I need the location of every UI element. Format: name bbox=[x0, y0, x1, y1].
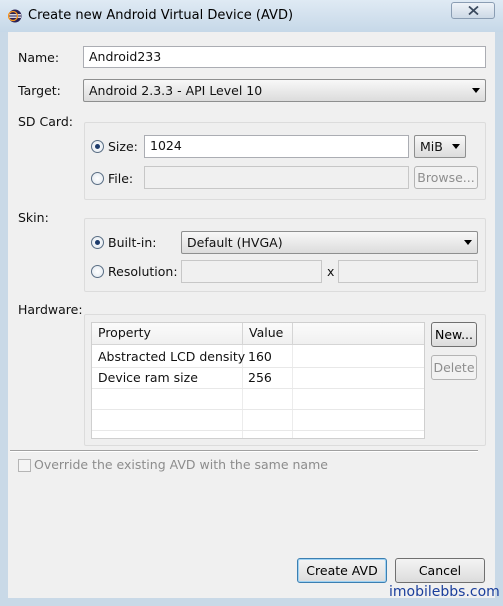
skin-builtin-label: Built-in: bbox=[108, 235, 157, 250]
sdcard-size-radio[interactable] bbox=[91, 140, 104, 153]
resolution-x-label: x bbox=[327, 264, 335, 279]
row-divider bbox=[92, 409, 424, 410]
table-cell-value[interactable]: 256 bbox=[242, 368, 292, 388]
skin-resolution-label: Resolution: bbox=[108, 264, 178, 279]
name-field[interactable]: Android233 bbox=[83, 46, 486, 68]
target-dropdown-value: Android 2.3.3 - API Level 10 bbox=[89, 83, 263, 98]
chevron-down-icon bbox=[464, 240, 472, 245]
skin-label: Skin: bbox=[18, 210, 49, 225]
chevron-down-icon bbox=[472, 88, 480, 93]
browse-button[interactable]: Browse... bbox=[414, 166, 478, 189]
watermark: imobilebbs.com bbox=[389, 584, 500, 600]
sdcard-file-label: File: bbox=[108, 171, 134, 186]
sdcard-size-field[interactable]: 1024 bbox=[144, 135, 409, 158]
row-divider bbox=[92, 388, 424, 389]
window-title: Create new Android Virtual Device (AVD) bbox=[28, 8, 294, 23]
delete-property-button[interactable]: Delete bbox=[431, 355, 477, 380]
close-icon bbox=[468, 6, 479, 15]
hardware-label: Hardware: bbox=[18, 302, 83, 317]
column-header-value[interactable]: Value bbox=[243, 323, 293, 345]
sdcard-unit-dropdown[interactable]: MiB bbox=[414, 135, 466, 158]
close-button[interactable] bbox=[451, 2, 495, 19]
override-checkbox[interactable] bbox=[18, 459, 31, 472]
chevron-down-icon bbox=[452, 144, 460, 149]
table-cell-property[interactable]: Abstracted LCD density bbox=[92, 347, 245, 367]
skin-resolution-radio[interactable] bbox=[91, 265, 104, 278]
override-label: Override the existing AVD with the same … bbox=[34, 457, 328, 472]
resolution-width-field[interactable] bbox=[181, 260, 322, 283]
table-cell-property[interactable]: Device ram size bbox=[92, 368, 242, 388]
sdcard-unit-value: MiB bbox=[420, 139, 443, 154]
hardware-table[interactable]: Property Value Abstracted LCD density 16… bbox=[91, 322, 425, 439]
separator bbox=[10, 450, 478, 452]
sdcard-size-label: Size: bbox=[108, 139, 138, 154]
column-header-filler bbox=[293, 323, 424, 345]
skin-builtin-dropdown[interactable]: Default (HVGA) bbox=[181, 231, 478, 254]
table-cell-value[interactable]: 160 bbox=[242, 347, 292, 367]
create-avd-button[interactable]: Create AVD bbox=[297, 558, 387, 583]
skin-builtin-radio[interactable] bbox=[91, 236, 104, 249]
name-label: Name: bbox=[18, 50, 60, 65]
target-dropdown[interactable]: Android 2.3.3 - API Level 10 bbox=[83, 79, 486, 102]
sdcard-file-field[interactable] bbox=[144, 166, 409, 189]
sdcard-file-radio[interactable] bbox=[91, 172, 104, 185]
resolution-height-field[interactable] bbox=[338, 260, 478, 283]
skin-builtin-value: Default (HVGA) bbox=[187, 235, 283, 250]
column-divider bbox=[292, 345, 293, 438]
row-divider bbox=[92, 430, 424, 431]
target-label: Target: bbox=[18, 83, 61, 98]
column-header-property[interactable]: Property bbox=[92, 323, 243, 345]
cancel-button[interactable]: Cancel bbox=[395, 558, 485, 583]
sdcard-label: SD Card: bbox=[18, 114, 73, 129]
new-property-button[interactable]: New... bbox=[431, 322, 477, 347]
eclipse-icon bbox=[8, 9, 22, 23]
title-bar: Create new Android Virtual Device (AVD) bbox=[0, 0, 503, 32]
